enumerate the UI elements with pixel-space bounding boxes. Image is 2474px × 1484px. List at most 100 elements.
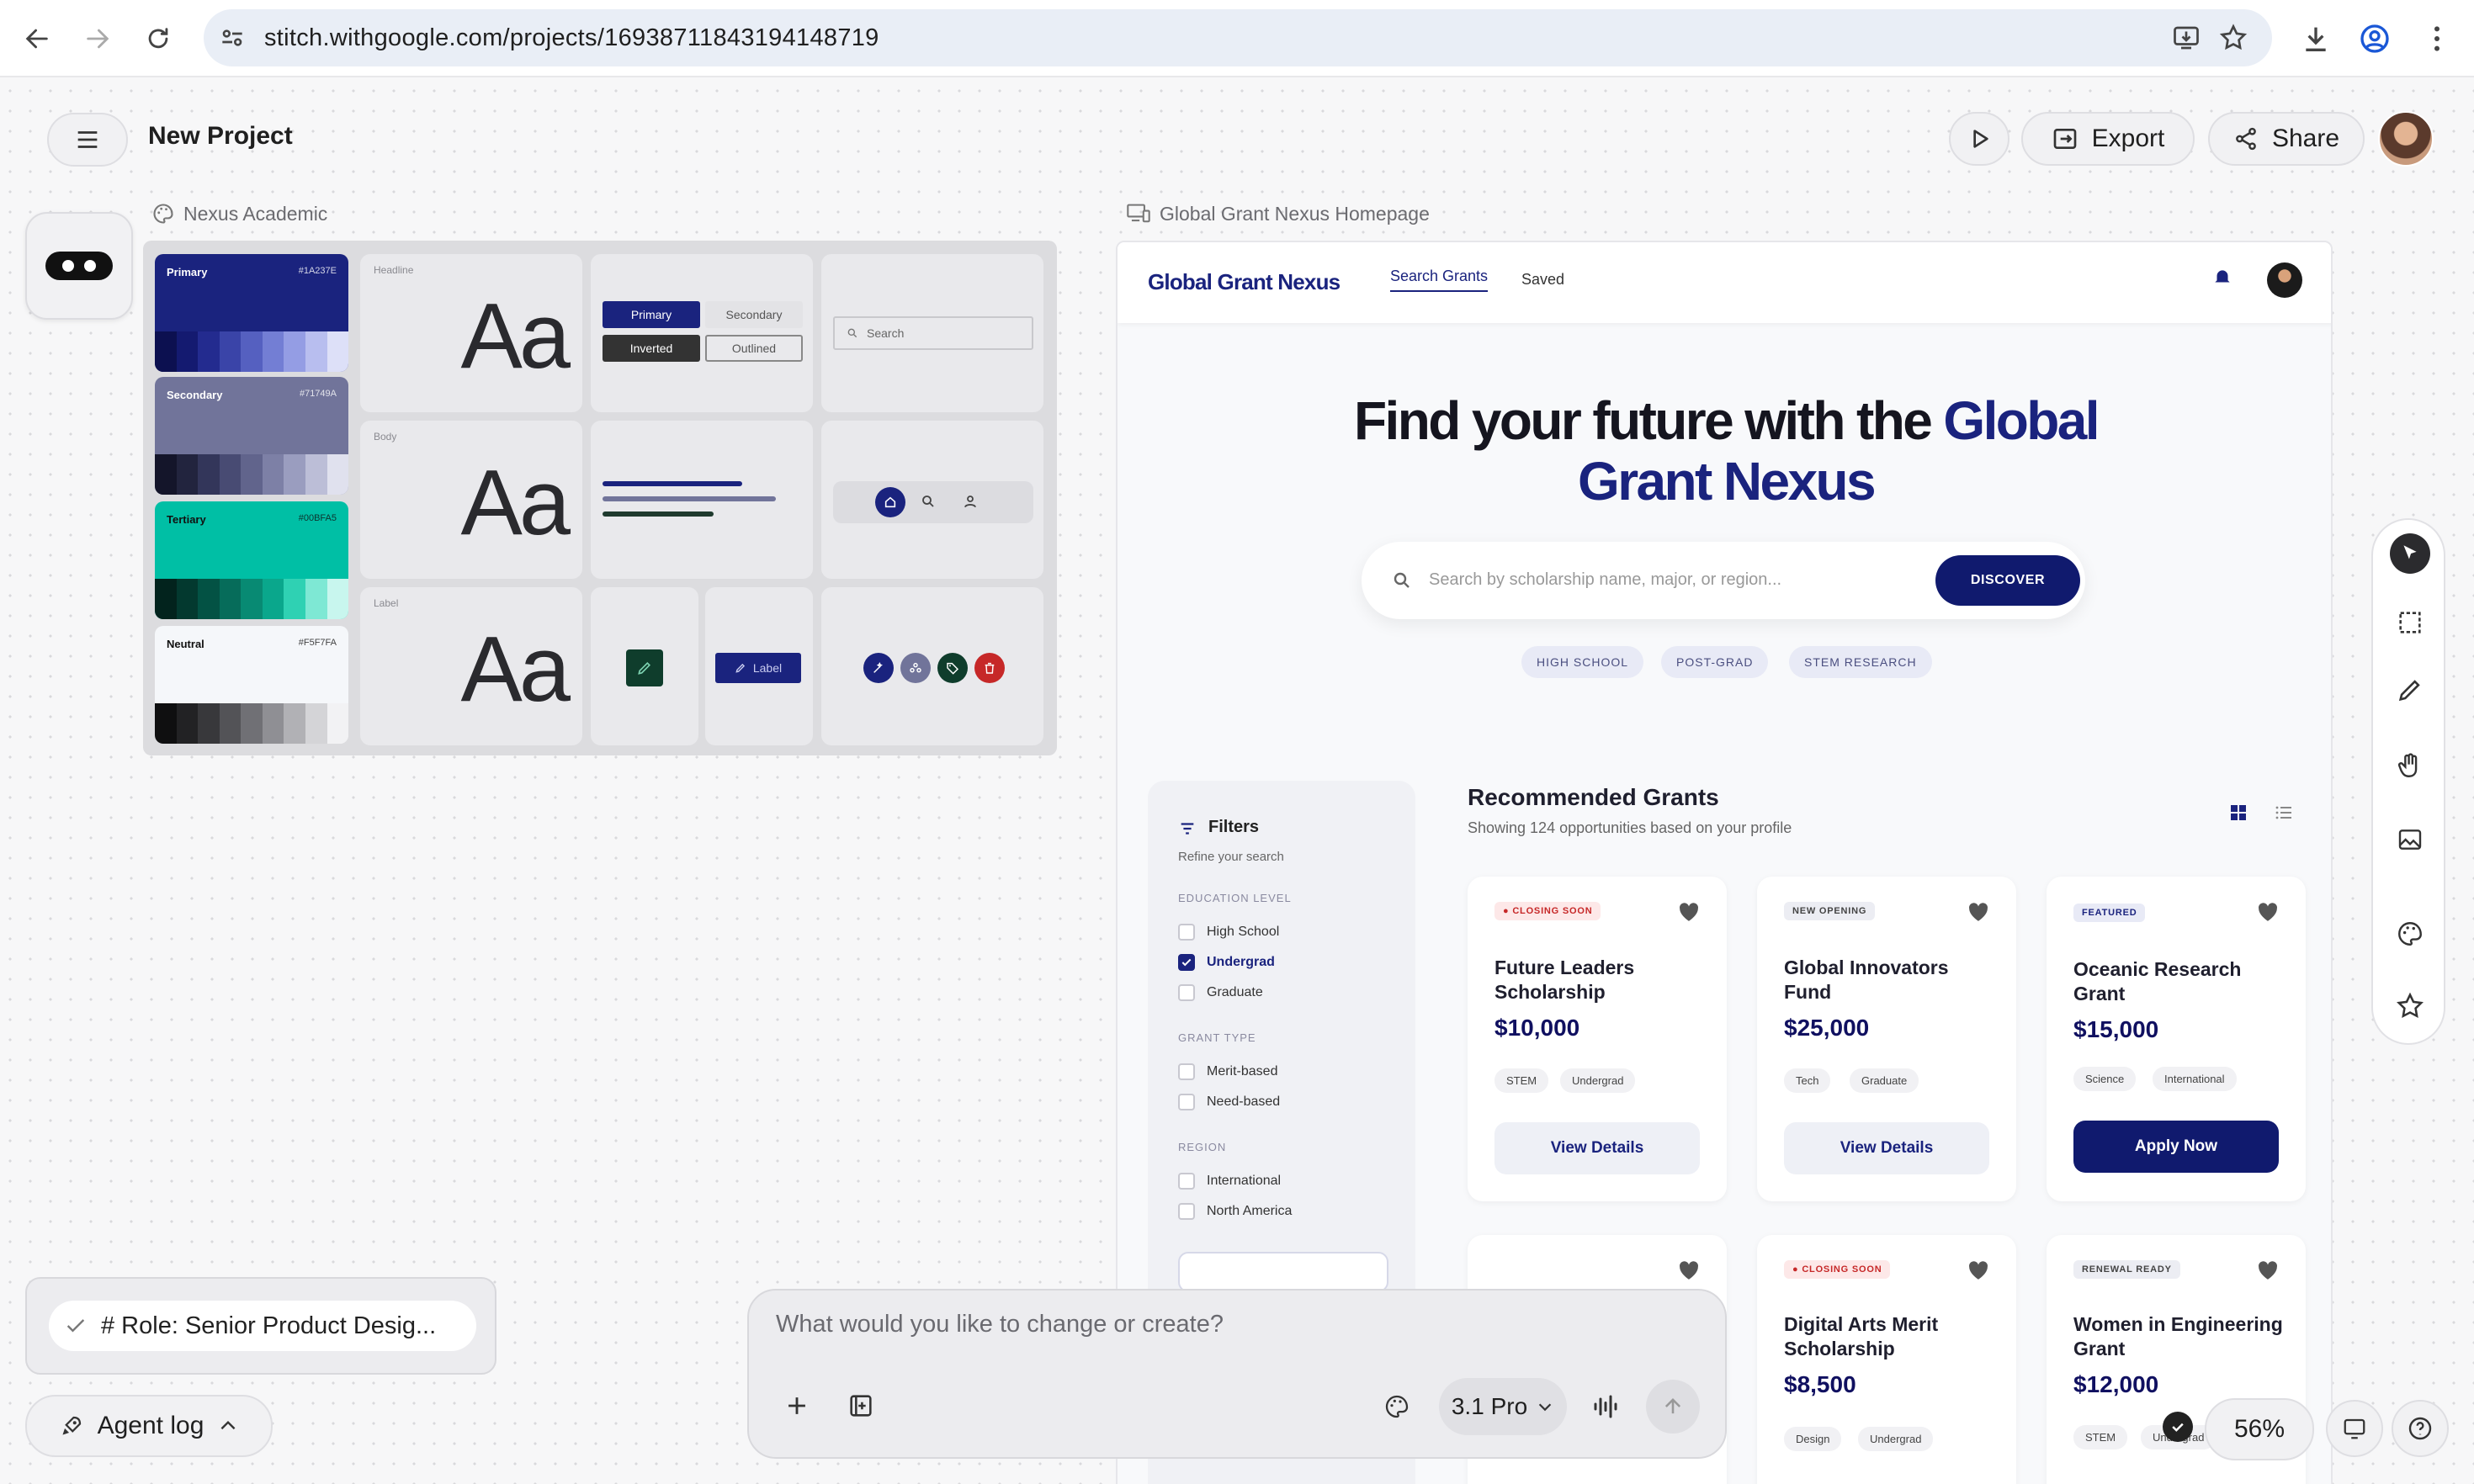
user-avatar[interactable] [2378, 111, 2434, 167]
nav-saved[interactable]: Saved [1521, 271, 1564, 289]
bell-icon[interactable] [2211, 266, 2233, 288]
agent-avatar-button[interactable] [25, 212, 133, 320]
send-button[interactable] [1646, 1380, 1700, 1434]
swatch-primary[interactable]: Primary #1A237E [155, 254, 348, 372]
preview-play-button[interactable] [1949, 112, 2009, 166]
menu-button[interactable] [47, 113, 128, 167]
hand-tool-icon[interactable] [2390, 745, 2430, 786]
preview-label[interactable]: Global Grant Nexus Homepage [1126, 202, 1430, 225]
edit-icon[interactable] [626, 649, 663, 686]
sample-primary-button[interactable]: Primary [603, 301, 700, 328]
help-button[interactable] [2392, 1400, 2449, 1457]
palette-tool-icon[interactable] [2390, 914, 2430, 954]
reload-icon[interactable] [138, 19, 178, 59]
discover-button[interactable]: DISCOVER [1935, 555, 2080, 606]
marquee-tool-icon[interactable] [2390, 602, 2430, 643]
star-tool-icon[interactable] [2390, 986, 2430, 1026]
heart-icon[interactable] [2257, 1260, 2279, 1280]
attach-screen-icon[interactable] [847, 1391, 875, 1420]
filter-graduate[interactable]: Graduate [1178, 984, 1263, 1001]
heart-icon[interactable] [1678, 1260, 1700, 1280]
back-icon[interactable] [17, 19, 57, 59]
model-selector[interactable]: 3.1 Pro [1439, 1378, 1567, 1435]
filter-high-school[interactable]: High School [1178, 924, 1279, 941]
share-button[interactable]: Share [2208, 112, 2365, 166]
view-details-button[interactable]: View Details [1784, 1122, 1989, 1174]
sample-label-chip[interactable]: Label [715, 653, 801, 683]
type-headline-cell[interactable]: Headline Aa [360, 254, 582, 412]
hero-search-input[interactable]: Search by scholarship name, major, or re… [1429, 570, 1781, 590]
type-body-cell[interactable]: Body Aa [360, 421, 582, 579]
icon-set-cell[interactable] [821, 587, 1043, 745]
chat-input[interactable]: What would you like to change or create? [776, 1311, 1224, 1338]
sample-search-field[interactable]: Search [833, 316, 1033, 350]
voice-waveform-icon[interactable] [1590, 1391, 1621, 1422]
quick-tag-post-grad[interactable]: POST-GRAD [1661, 646, 1769, 678]
site-avatar[interactable] [2267, 262, 2302, 298]
design-system-label[interactable]: Nexus Academic [151, 202, 327, 225]
search-sample-cell[interactable]: Search [821, 254, 1043, 412]
sample-outlined-button[interactable]: Outlined [705, 335, 803, 362]
hero-search-bar[interactable]: Search by scholarship name, major, or re… [1362, 542, 2085, 619]
filter-north-america[interactable]: North America [1178, 1203, 1292, 1220]
theme-palette-icon[interactable] [1383, 1393, 1410, 1420]
apply-now-button[interactable]: Apply Now [2073, 1121, 2279, 1173]
forward-icon[interactable] [77, 19, 118, 59]
checkbox[interactable] [1178, 1094, 1195, 1110]
list-view-icon[interactable] [2274, 803, 2294, 823]
magic-wand-icon[interactable] [863, 653, 894, 683]
filter-undergrad[interactable]: Undergrad [1178, 954, 1275, 971]
nav-search-grants[interactable]: Search Grants [1390, 268, 1489, 292]
heart-icon[interactable] [1967, 902, 1989, 922]
view-details-button[interactable]: View Details [1494, 1122, 1700, 1174]
sample-inverted-button[interactable]: Inverted [603, 335, 700, 362]
quick-tag-stem-research[interactable]: STEM RESEARCH [1789, 646, 1932, 678]
device-preview-button[interactable] [2326, 1400, 2383, 1457]
browser-menu-icon[interactable] [2420, 22, 2454, 56]
group-icon[interactable] [900, 653, 931, 683]
icon-button-cell[interactable] [591, 587, 698, 745]
heart-icon[interactable] [1967, 1260, 1989, 1280]
checkbox[interactable] [1178, 1063, 1195, 1080]
address-bar[interactable]: stitch.withgoogle.com/projects/169387118… [204, 9, 2272, 66]
grant-card[interactable]: NEW OPENING Global Innovators Fund $25,0… [1757, 877, 2016, 1201]
checkbox[interactable] [1178, 1203, 1195, 1220]
sample-secondary-button[interactable]: Secondary [705, 301, 803, 328]
url-text[interactable]: stitch.withgoogle.com/projects/169387118… [264, 24, 879, 52]
grant-title[interactable]: Global Innovators Fund [1784, 956, 1994, 1004]
image-tool-icon[interactable] [2390, 819, 2430, 860]
install-app-icon[interactable] [2171, 23, 2201, 53]
swatch-neutral[interactable]: Neutral #F5F7FA [155, 626, 348, 744]
progress-lines-cell[interactable] [591, 421, 813, 579]
download-icon[interactable] [2299, 22, 2333, 56]
type-label-cell[interactable]: Label Aa [360, 587, 582, 745]
select-tool-icon[interactable] [2390, 533, 2430, 574]
grant-title[interactable]: Oceanic Research Grant [2073, 957, 2284, 1006]
grant-card[interactable]: FEATURED Oceanic Research Grant $15,000 … [2047, 877, 2306, 1201]
design-system-board[interactable]: Primary #1A237E Secondary #71749A Tertia… [143, 241, 1057, 755]
delete-icon[interactable] [974, 653, 1005, 683]
buttons-cell[interactable]: Primary Secondary Inverted Outlined [591, 254, 813, 412]
grant-card[interactable]: ● CLOSING SOON Digital Arts Merit Schola… [1757, 1235, 2016, 1484]
grant-card[interactable]: ● CLOSING SOON Future Leaders Scholarshi… [1468, 877, 1727, 1201]
checkbox[interactable] [1178, 984, 1195, 1001]
filter-international[interactable]: International [1178, 1173, 1281, 1190]
home-icon[interactable] [875, 487, 905, 517]
pencil-tool-icon[interactable] [2390, 670, 2430, 710]
swatch-tertiary[interactable]: Tertiary #00BFA5 [155, 501, 348, 619]
agent-log-button[interactable]: Agent log [25, 1395, 273, 1457]
grant-title[interactable]: Digital Arts Merit Scholarship [1784, 1312, 1994, 1361]
add-icon[interactable] [783, 1391, 811, 1420]
project-title[interactable]: New Project [148, 122, 293, 151]
nav-sample-cell[interactable] [821, 421, 1043, 579]
zoom-level[interactable]: 56% [2205, 1398, 2314, 1460]
grid-view-icon[interactable] [2228, 803, 2248, 823]
bookmark-star-icon[interactable] [2218, 23, 2248, 53]
filter-need-based[interactable]: Need-based [1178, 1094, 1280, 1110]
grant-title[interactable]: Future Leaders Scholarship [1494, 956, 1705, 1004]
prompt-chip[interactable]: # Role: Senior Product Desig... [49, 1301, 476, 1351]
label-chip-cell[interactable]: Label [705, 587, 813, 745]
filter-merit-based[interactable]: Merit-based [1178, 1063, 1277, 1080]
export-button[interactable]: Export [2021, 112, 2195, 166]
checkbox[interactable] [1178, 1173, 1195, 1190]
